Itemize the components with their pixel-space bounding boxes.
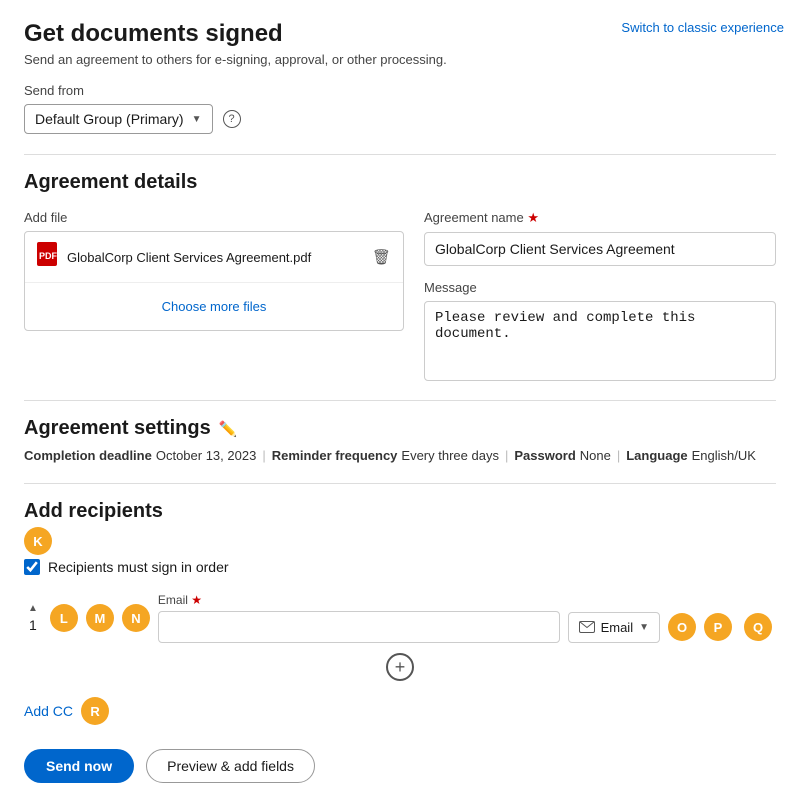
delete-recipient-button[interactable]: Q bbox=[740, 609, 776, 645]
recipient-row-1: ▲ 1 L M N Email ★ Email ▼ O P Q bbox=[24, 591, 776, 645]
add-cc-link[interactable]: Add CC bbox=[24, 703, 73, 719]
agreement-settings-header: Agreement settings ✏️ bbox=[24, 417, 776, 440]
file-name: GlobalCorp Client Services Agreement.pdf bbox=[67, 250, 362, 265]
section-divider-3 bbox=[24, 483, 776, 484]
email-role-icon bbox=[579, 621, 595, 633]
add-file-label: Add file bbox=[24, 210, 404, 225]
agreement-name-input[interactable] bbox=[424, 232, 776, 266]
order-controls: ▲ 1 bbox=[24, 603, 42, 633]
language-value: English/UK bbox=[692, 448, 756, 463]
badge-p: P bbox=[704, 613, 732, 641]
choose-more-files-button[interactable]: Choose more files bbox=[25, 283, 403, 330]
add-cc-row: Add CC R bbox=[24, 697, 776, 725]
sign-in-order-label: Recipients must sign in order bbox=[48, 559, 229, 575]
badge-k: K bbox=[24, 527, 52, 555]
file-item: PDF GlobalCorp Client Services Agreement… bbox=[25, 232, 403, 283]
agreement-name-message-column: Agreement name ★ Message Please review a… bbox=[424, 210, 776, 384]
delete-file-icon[interactable]: 🗑 bbox=[372, 248, 391, 266]
chevron-down-icon: ▼ bbox=[192, 114, 202, 125]
preview-add-fields-button[interactable]: Preview & add fields bbox=[146, 749, 315, 783]
reminder-frequency-value: Every three days bbox=[401, 448, 499, 463]
agreement-details-grid: Add file PDF GlobalCorp Client Services … bbox=[24, 210, 776, 384]
message-textarea[interactable]: Please review and complete this document… bbox=[424, 301, 776, 381]
send-from-row: Default Group (Primary) ▼ ? bbox=[24, 104, 776, 134]
agreement-details-title: Agreement details bbox=[24, 171, 776, 194]
email-input[interactable] bbox=[158, 611, 560, 643]
svg-text:PDF: PDF bbox=[39, 251, 57, 261]
badge-q: Q bbox=[744, 613, 772, 641]
password-label: Password bbox=[514, 448, 575, 463]
agreement-name-label: Agreement name ★ bbox=[424, 210, 776, 226]
role-label: Email bbox=[601, 620, 634, 635]
send-from-label: Send from bbox=[24, 83, 776, 98]
switch-classic-link[interactable]: Switch to classic experience bbox=[621, 20, 784, 35]
settings-meta: Completion deadline October 13, 2023 | R… bbox=[24, 448, 776, 463]
file-box: PDF GlobalCorp Client Services Agreement… bbox=[24, 231, 404, 331]
badge-r: R bbox=[81, 697, 109, 725]
reminder-frequency-label: Reminder frequency bbox=[272, 448, 398, 463]
page-subtitle: Send an agreement to others for e-signin… bbox=[24, 52, 776, 67]
add-recipient-button[interactable]: + bbox=[386, 653, 414, 681]
order-up-button[interactable]: ▲ bbox=[24, 603, 42, 615]
sep-1: | bbox=[262, 448, 265, 463]
email-field-label: Email ★ bbox=[158, 593, 560, 607]
info-icon[interactable]: ? bbox=[223, 110, 241, 128]
password-value: None bbox=[580, 448, 611, 463]
pdf-icon: PDF bbox=[37, 242, 57, 272]
agreement-settings-title: Agreement settings bbox=[24, 417, 211, 440]
badge-n: N bbox=[122, 604, 150, 632]
sep-3: | bbox=[617, 448, 620, 463]
sep-2: | bbox=[505, 448, 508, 463]
role-dropdown[interactable]: Email ▼ bbox=[568, 612, 660, 643]
edit-settings-icon[interactable]: ✏️ bbox=[219, 420, 238, 438]
badge-o: O bbox=[668, 613, 696, 641]
email-required-star: ★ bbox=[191, 593, 202, 607]
send-now-button[interactable]: Send now bbox=[24, 749, 134, 783]
email-field-group: Email ★ bbox=[158, 593, 560, 643]
section-divider-1 bbox=[24, 154, 776, 155]
role-arrow-icon: ▼ bbox=[639, 622, 649, 633]
completion-deadline-value: October 13, 2023 bbox=[156, 448, 256, 463]
order-number: 1 bbox=[25, 617, 41, 633]
language-label: Language bbox=[626, 448, 687, 463]
sign-in-order-checkbox[interactable] bbox=[24, 559, 40, 575]
send-from-dropdown[interactable]: Default Group (Primary) ▼ bbox=[24, 104, 213, 134]
add-recipients-title: Add recipients bbox=[24, 500, 776, 523]
send-from-value: Default Group (Primary) bbox=[35, 111, 184, 127]
section-divider-2 bbox=[24, 400, 776, 401]
badge-l: L bbox=[50, 604, 78, 632]
add-recipient-row: + bbox=[24, 653, 776, 681]
message-label: Message bbox=[424, 280, 776, 295]
main-container: Switch to classic experience Get documen… bbox=[0, 0, 800, 803]
required-star: ★ bbox=[527, 210, 539, 225]
completion-deadline-label: Completion deadline bbox=[24, 448, 152, 463]
file-column: Add file PDF GlobalCorp Client Services … bbox=[24, 210, 404, 384]
sign-in-order-row: Recipients must sign in order bbox=[24, 559, 776, 575]
badge-m: M bbox=[86, 604, 114, 632]
